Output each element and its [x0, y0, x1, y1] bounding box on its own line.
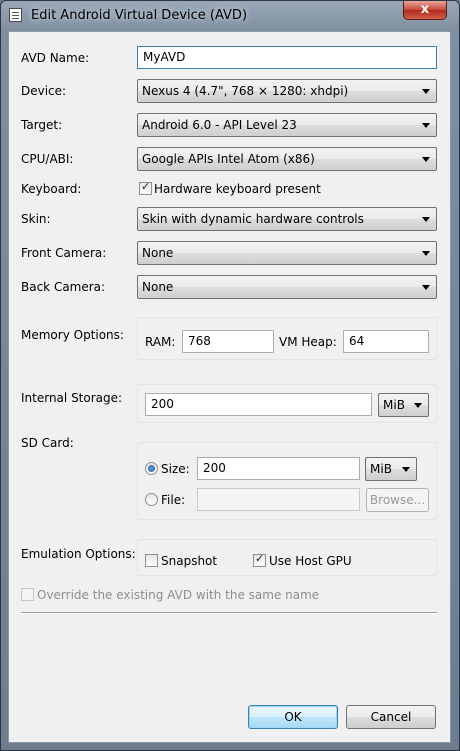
front-camera-label: Front Camera: — [21, 246, 107, 260]
chevron-down-icon — [414, 403, 422, 408]
cpu-abi-select-value: Google APIs Intel Atom (x86) — [142, 152, 315, 166]
dialog-window: Edit Android Virtual Device (AVD) x AVD … — [0, 0, 460, 751]
ok-button[interactable]: OK — [248, 705, 338, 729]
skin-select[interactable]: Skin with dynamic hardware controls — [137, 207, 437, 231]
chevron-down-icon — [422, 157, 430, 162]
sd-size-label[interactable]: Size: — [161, 462, 190, 476]
cpu-abi-select[interactable]: Google APIs Intel Atom (x86) — [137, 147, 437, 171]
snapshot-label[interactable]: Snapshot — [161, 554, 217, 568]
host-gpu-checkbox[interactable]: ✓ — [253, 552, 266, 567]
sd-size-radio[interactable] — [145, 462, 158, 475]
internal-storage-input[interactable]: 200 — [145, 393, 372, 416]
target-select[interactable]: Android 6.0 - API Level 23 — [137, 113, 437, 137]
vm-heap-label: VM Heap: — [279, 335, 337, 349]
cpu-abi-label: CPU/ABI: — [21, 152, 74, 166]
avd-name-input[interactable]: MyAVD — [137, 46, 437, 69]
title-bar[interactable]: Edit Android Virtual Device (AVD) — [1, 1, 459, 31]
back-camera-select[interactable]: None — [137, 275, 437, 299]
sd-file-input[interactable] — [197, 488, 360, 511]
sd-file-radio[interactable] — [145, 493, 158, 506]
cancel-button[interactable]: Cancel — [346, 705, 436, 729]
front-camera-select-value: None — [142, 246, 174, 260]
skin-label: Skin: — [21, 212, 51, 226]
internal-storage-label: Internal Storage: — [21, 391, 123, 405]
back-camera-label: Back Camera: — [21, 280, 106, 294]
override-label[interactable]: Override the existing AVD with the same … — [37, 588, 319, 602]
browse-button[interactable]: Browse... — [366, 488, 429, 512]
snapshot-checkbox[interactable] — [145, 554, 158, 567]
ram-input[interactable]: 768 — [182, 330, 274, 353]
back-camera-select-value: None — [142, 280, 174, 294]
checkmark-icon: ✓ — [255, 552, 265, 565]
dialog-content: AVD Name: MyAVD Device: Nexus 4 (4.7", 7… — [8, 31, 451, 743]
chevron-down-icon — [402, 467, 410, 472]
device-select-value: Nexus 4 (4.7", 768 × 1280: xhdpi) — [142, 84, 349, 98]
keyboard-checkbox[interactable]: ✓ — [139, 180, 152, 195]
device-label: Device: — [21, 84, 67, 98]
chevron-down-icon — [422, 89, 430, 94]
emulation-options-label: Emulation Options: — [21, 547, 136, 561]
radio-selected-dot — [148, 465, 155, 472]
memory-options-label: Memory Options: — [21, 328, 124, 342]
window-title: Edit Android Virtual Device (AVD) — [31, 8, 248, 23]
sd-size-unit-value: MiB — [370, 462, 392, 476]
chevron-down-icon — [422, 123, 430, 128]
sd-card-label: SD Card: — [21, 436, 74, 450]
chevron-down-icon — [422, 251, 430, 256]
front-camera-select[interactable]: None — [137, 241, 437, 265]
sd-size-input[interactable]: 200 — [197, 457, 360, 480]
override-checkbox[interactable] — [21, 588, 34, 601]
skin-select-value: Skin with dynamic hardware controls — [142, 212, 364, 226]
internal-storage-unit-value: MiB — [383, 398, 405, 412]
device-select[interactable]: Nexus 4 (4.7", 768 × 1280: xhdpi) — [137, 79, 437, 103]
chevron-down-icon — [422, 285, 430, 290]
close-button[interactable]: x — [403, 1, 447, 20]
vm-heap-input[interactable]: 64 — [343, 330, 429, 353]
window-app-icon — [9, 8, 22, 22]
target-label: Target: — [21, 118, 63, 132]
sd-file-label[interactable]: File: — [161, 493, 185, 507]
target-select-value: Android 6.0 - API Level 23 — [142, 118, 297, 132]
keyboard-checkbox-label[interactable]: Hardware keyboard present — [154, 182, 321, 196]
keyboard-label: Keyboard: — [21, 182, 82, 196]
avd-name-label: AVD Name: — [21, 51, 90, 65]
chevron-down-icon — [422, 217, 430, 222]
sd-size-unit-select[interactable]: MiB — [365, 457, 417, 481]
checkmark-icon: ✓ — [141, 180, 151, 193]
ram-label: RAM: — [145, 335, 176, 349]
host-gpu-label[interactable]: Use Host GPU — [269, 554, 352, 568]
internal-storage-unit-select[interactable]: MiB — [378, 393, 429, 417]
divider — [21, 612, 437, 614]
